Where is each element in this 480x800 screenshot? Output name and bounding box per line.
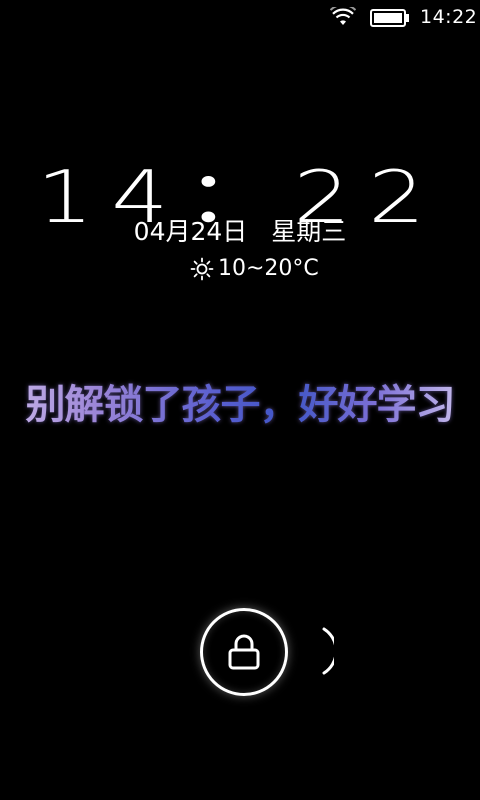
slogan-text: 别解锁了孩子，好好学习 xyxy=(0,372,480,430)
weekday-label: 星期三 xyxy=(271,217,347,246)
arc-hint-icon xyxy=(322,627,334,675)
unlock-button[interactable] xyxy=(200,608,288,696)
temperature-label: 10~20°C xyxy=(218,256,319,281)
date-row: 04月24日 星期三 xyxy=(0,212,480,248)
weather-row: 10~20°C xyxy=(190,256,319,281)
sun-icon xyxy=(190,257,214,280)
date-label: 04月24日 xyxy=(133,217,248,246)
wifi-icon xyxy=(330,7,356,25)
status-bar: 14:22 xyxy=(0,0,480,36)
lock-icon xyxy=(228,634,260,670)
battery-icon xyxy=(370,9,409,27)
status-time: 14:22 xyxy=(420,6,478,28)
